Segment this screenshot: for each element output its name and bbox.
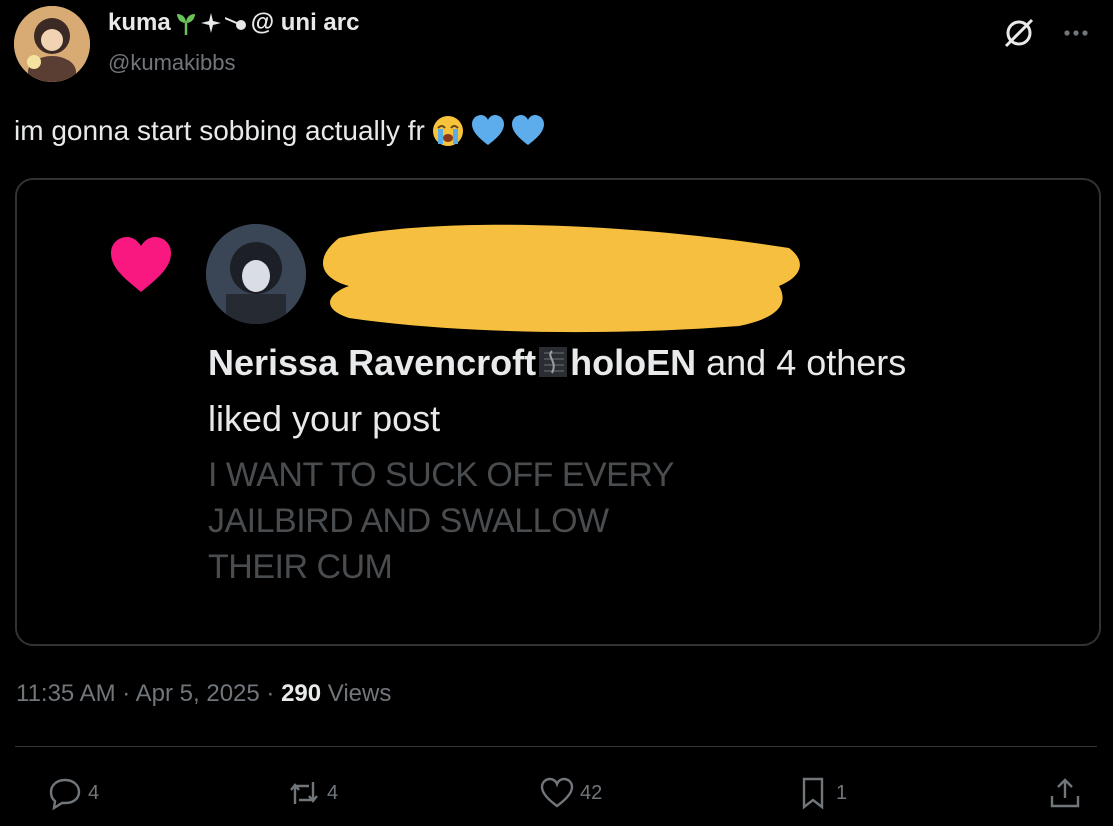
blue-heart-icon	[471, 115, 504, 145]
like-count: 42	[580, 781, 603, 804]
tweet-text: im gonna start sobbing actually fr	[14, 114, 545, 148]
sprout-icon	[176, 14, 195, 35]
tweet-body: im gonna start sobbing actually fr	[14, 115, 425, 146]
share-icon	[1050, 778, 1080, 808]
views-label: Views	[321, 680, 392, 707]
bookmark-button[interactable]: 1	[796, 776, 847, 810]
repost-icon	[290, 782, 318, 804]
quoted-post-text: I WANT TO SUCK OFF EVERY JAILBIRD AND SW…	[208, 452, 768, 590]
author-name[interactable]: kuma @ uni arc	[108, 9, 359, 37]
quoted-line: JAILBIRD AND SWALLOW	[208, 502, 609, 540]
music-note-icon	[539, 347, 568, 377]
views-count: 290	[281, 680, 322, 707]
like-action-text: liked your post	[208, 398, 441, 439]
author-name-suffix: @ uni arc	[250, 9, 360, 36]
repost-count: 4	[327, 781, 339, 804]
redaction-scribble	[322, 224, 800, 333]
reply-icon	[49, 778, 81, 810]
reply-count: 4	[88, 781, 100, 804]
liker-avatar	[206, 224, 306, 324]
quoted-line: THEIR CUM	[208, 548, 393, 586]
like-button[interactable]: 42	[540, 776, 602, 810]
sparkle-icon	[200, 13, 221, 33]
heart-icon	[111, 237, 171, 292]
embedded-image[interactable]: Nerissa Ravencroft holoEN and 4 others li…	[15, 178, 1101, 646]
tweet-date[interactable]: Apr 5, 2025	[136, 680, 260, 707]
separator: ·	[115, 680, 136, 707]
liker-others: and 4 others	[696, 342, 907, 383]
liker-name: Nerissa Ravencroft	[208, 342, 537, 383]
separator: ·	[259, 680, 282, 707]
divider	[15, 746, 1097, 747]
quoted-line: I WANT TO SUCK OFF EVERY	[208, 456, 674, 494]
heart-outline-icon	[540, 777, 574, 808]
liker-affiliation: holoEN	[570, 342, 697, 383]
like-notification-text: Nerissa Ravencroft holoEN and 4 others	[208, 342, 906, 384]
more-options-icon[interactable]	[1055, 18, 1097, 48]
reply-button[interactable]: 4	[48, 776, 99, 810]
tweet-meta: 11:35 AM · Apr 5, 2025 · 290 Views	[16, 680, 391, 708]
share-button[interactable]	[1048, 776, 1082, 810]
bookmark-icon	[802, 777, 824, 810]
grok-icon[interactable]	[1002, 16, 1036, 50]
tweet-time[interactable]: 11:35 AM	[16, 680, 116, 707]
loudly-crying-face-icon	[432, 116, 463, 146]
bookmark-count: 1	[836, 781, 848, 804]
blue-heart-icon	[511, 115, 544, 145]
repost-button[interactable]: 4	[287, 776, 338, 810]
comet-icon	[224, 17, 246, 30]
author-display-name: kuma	[108, 9, 171, 36]
author-handle[interactable]: @kumakibbs	[108, 50, 236, 76]
author-avatar[interactable]	[14, 6, 90, 82]
